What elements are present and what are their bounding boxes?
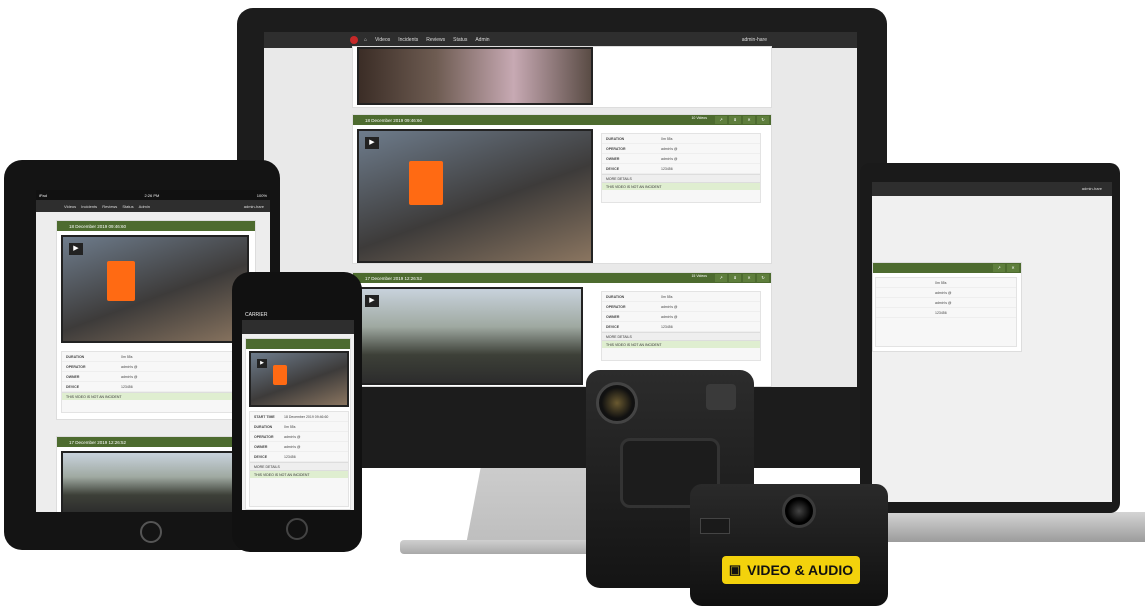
play-icon[interactable]: ▶: [257, 359, 267, 368]
nav-reviews[interactable]: Reviews: [426, 37, 445, 43]
video-card: 18 December 2019 09:46:60 10 Videos ↗ ⬇ …: [352, 114, 772, 264]
camera-window: [700, 518, 730, 534]
card-title: 17 December 2019 12:26:52: [365, 275, 423, 281]
nav-videos[interactable]: Videos: [375, 37, 390, 43]
video-thumbnail[interactable]: ▶: [249, 351, 349, 407]
video-card: 18 December 2019 09:46:60 ▶ DURATION 0m 5…: [56, 220, 256, 420]
top-nav: admin-hare: [872, 182, 1112, 196]
top-nav: [242, 320, 354, 334]
card-title: 17 December 2019 12:26:52: [69, 439, 127, 445]
download-icon[interactable]: ⬇: [729, 116, 741, 124]
video-thumbnail[interactable]: ▶: [357, 129, 593, 263]
video-thumbnail[interactable]: [357, 47, 593, 105]
ios-status-bar: CARRIER: [242, 310, 354, 320]
home-icon[interactable]: ⌂: [364, 37, 367, 43]
vest-figure: [409, 161, 443, 205]
delete-icon[interactable]: ✕: [1007, 264, 1019, 272]
video-metadata: DURATION 0m 55s OPERATOR admin's @ OWNER ad…: [61, 351, 249, 413]
video-metadata: 0m 55s admin's @ admin's @ 123456: [875, 277, 1017, 347]
card-header: 18 December 2019 09:46:60: [57, 221, 255, 231]
incident-status: THIS VIDEO IS NOT AN INCIDENT: [602, 182, 760, 190]
laptop-screen: admin-hare ↗ ✕ 0m 55s admin's @ admin's @…: [872, 182, 1112, 502]
play-icon[interactable]: ▶: [69, 243, 83, 255]
video-card-prev: [352, 46, 772, 108]
share-icon[interactable]: ↗: [993, 264, 1005, 272]
card-header: 18 December 2019 09:46:60 10 Videos ↗ ⬇ …: [353, 115, 771, 125]
more-details-button[interactable]: MORE DETAILS: [250, 462, 348, 470]
refresh-icon[interactable]: ↻: [757, 274, 769, 282]
nav-status[interactable]: Status: [453, 37, 467, 43]
download-icon[interactable]: ⬇: [729, 274, 741, 282]
body-camera-small: ▣ VIDEO & AUDIO: [690, 484, 888, 606]
video-card: ↗ ✕ 0m 55s admin's @ admin's @ 123456: [872, 262, 1022, 352]
user-menu[interactable]: admin-hare: [1082, 186, 1102, 191]
vest-figure: [273, 365, 287, 385]
refresh-icon[interactable]: ↻: [757, 116, 769, 124]
nav-incidents[interactable]: Incidents: [81, 204, 97, 209]
share-icon[interactable]: ↗: [715, 274, 727, 282]
video-card: ▶ START TIME 18 December 2019 09:46:60 DU…: [245, 338, 351, 510]
camera-icon: ▣: [728, 562, 742, 577]
card-header: ↗ ✕: [873, 263, 1021, 273]
delete-icon[interactable]: ✕: [743, 116, 755, 124]
card-header: [246, 339, 350, 349]
card-title: 18 December 2019 09:46:60: [365, 117, 423, 123]
card-header: 17 December 2019 12:26:52: [57, 437, 255, 447]
nav-admin[interactable]: Admin: [139, 204, 150, 209]
nav-admin[interactable]: Admin: [475, 37, 489, 43]
user-menu[interactable]: admin-hare: [742, 37, 767, 43]
video-count: 15 Videos: [691, 274, 707, 278]
card-title: 18 December 2019 09:46:60: [69, 223, 127, 229]
nav-reviews[interactable]: Reviews: [102, 204, 117, 209]
delete-icon[interactable]: ✕: [743, 274, 755, 282]
camera-lens: [596, 382, 638, 424]
incident-status: THIS VIDEO IS NOT AN INCIDENT: [602, 340, 760, 348]
camera-sensor: [706, 384, 736, 410]
video-count: 10 Videos: [691, 116, 707, 120]
brand-logo-icon[interactable]: [350, 36, 358, 44]
product-composite: ⌂ Videos Incidents Reviews Status Admin …: [0, 0, 1145, 612]
share-icon[interactable]: ↗: [715, 116, 727, 124]
play-icon[interactable]: ▶: [365, 295, 379, 307]
play-icon[interactable]: ▶: [365, 137, 379, 149]
vest-figure: [107, 261, 135, 301]
video-card: 17 December 2019 12:26:52: [56, 436, 256, 512]
video-metadata: DURATION 0m 55s OPERATOR admin's @ OWNER ad…: [601, 133, 761, 203]
nav-status[interactable]: Status: [122, 204, 133, 209]
more-details-button[interactable]: MORE DETAILS: [602, 174, 760, 182]
iphone-screen: CARRIER ▶ START TIME 18 December 2019 09:…: [242, 310, 354, 510]
ios-status-bar: iPad 2:26 PM 100%: [36, 190, 270, 200]
incident-status: THIS VIDEO IS NOT AN INCIDENT: [250, 470, 348, 478]
home-button[interactable]: [286, 518, 308, 540]
video-thumbnail[interactable]: ▶: [357, 287, 583, 385]
video-metadata: DURATION 0m 55s OPERATOR admin's @ OWNER ad…: [601, 291, 761, 361]
video-thumbnail[interactable]: ▶: [61, 235, 249, 343]
more-details-button[interactable]: MORE DETAILS: [602, 332, 760, 340]
user-menu[interactable]: admin-hare: [244, 204, 264, 209]
video-audio-label: ▣ VIDEO & AUDIO: [722, 556, 860, 584]
home-button[interactable]: [140, 521, 162, 543]
nav-incidents[interactable]: Incidents: [398, 37, 418, 43]
card-header: 17 December 2019 12:26:52 15 Videos ↗ ⬇ …: [353, 273, 771, 283]
incident-status: THIS VIDEO IS NOT AN INCIDENT: [62, 392, 248, 400]
camera-lens: [782, 494, 816, 528]
video-metadata: START TIME 18 December 2019 09:46:60 DURA…: [249, 411, 349, 507]
video-thumbnail[interactable]: [61, 451, 249, 512]
nav-videos[interactable]: Videos: [64, 204, 76, 209]
top-nav: Videos Incidents Reviews Status Admin ad…: [36, 200, 270, 212]
